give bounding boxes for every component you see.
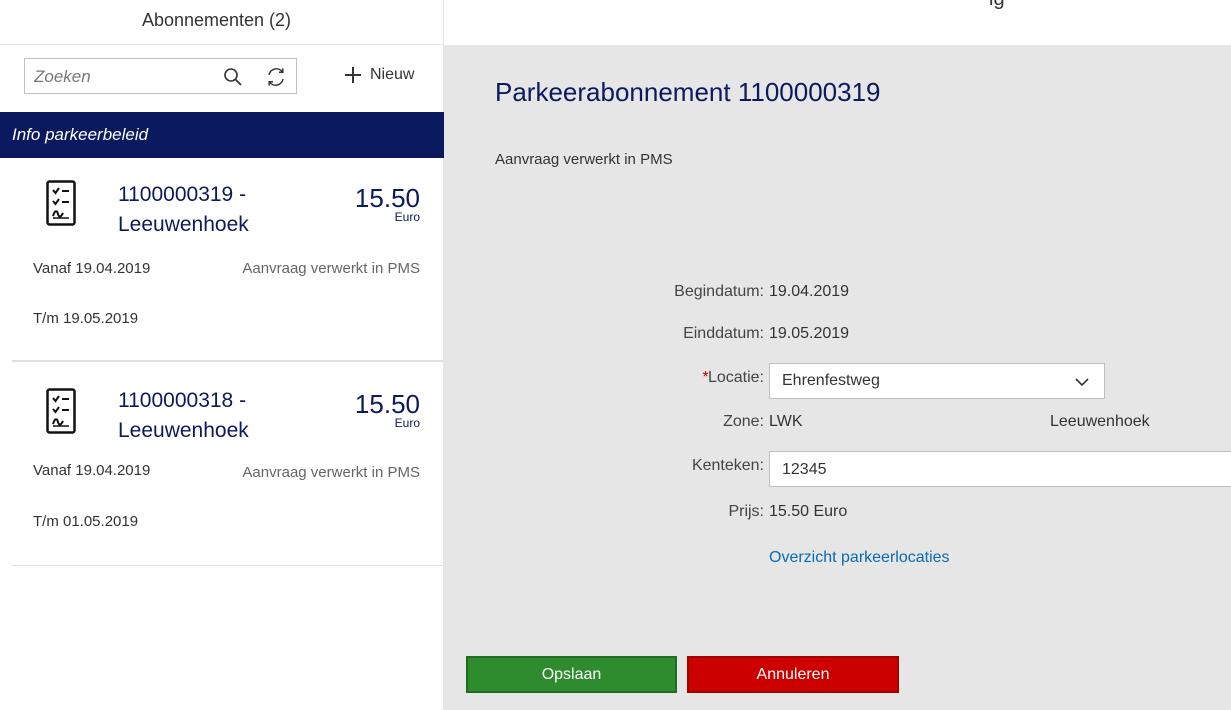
plate-field[interactable] [769, 451, 1231, 487]
subscription-price: 15.50 Euro [355, 184, 420, 224]
location-label: *Locatie: [702, 369, 764, 387]
subscription-to: T/m 01.05.2019 [33, 513, 139, 530]
parking-locations-overview-link[interactable]: Overzicht parkeerlocaties [769, 549, 950, 567]
subscription-title: 1100000319 - Leeuwenhoek [118, 180, 318, 240]
new-subscription-button[interactable]: Nieuw [344, 60, 414, 90]
plate-label: Kenteken: [691, 457, 764, 474]
subscription-item[interactable]: 1100000319 - Leeuwenhoek 15.50 Euro Vana… [12, 158, 444, 361]
location-select[interactable]: Ehrenfestweg [769, 363, 1105, 399]
search-field[interactable] [24, 58, 297, 94]
subscription-to: T/m 19.05.2019 [33, 310, 139, 327]
plus-icon [345, 67, 361, 83]
location-selected-value: Ehrenfestweg [782, 372, 880, 389]
detail-body: Parkeerabonnement 1100000319 Aanvraag ve… [444, 45, 1231, 710]
price-value: 15.50 Euro [769, 503, 848, 520]
subscription-number: 1100000319 - [118, 183, 247, 206]
location-label-text: Locatie: [707, 369, 764, 386]
subscription-price: 15.50 Euro [355, 390, 420, 430]
subscription-location: Leeuwenhoek [118, 419, 249, 442]
detail-title: Parkeerabonnement 1100000319 [495, 77, 881, 107]
policy-label: Info parkeerbeleid [12, 125, 149, 144]
detail-top-strip: ig [444, 0, 1231, 45]
refresh-icon[interactable] [265, 66, 287, 88]
parking-policy-link[interactable]: Info parkeerbeleid [0, 112, 444, 158]
begin-date-value: 19.04.2019 [769, 283, 850, 300]
checklist-document-icon [46, 388, 76, 434]
zone-label: Zone: [723, 413, 764, 430]
truncated-header-text: ig [989, 0, 1005, 11]
price-label: Prijs: [728, 503, 764, 520]
subscription-from: Vanaf 19.04.2019 [33, 260, 151, 277]
subscriptions-panel: Abonnementen (2) Nieuw Info parkeer [0, 0, 444, 710]
list-toolbar: Nieuw [24, 58, 429, 98]
search-input[interactable] [34, 66, 204, 88]
subscription-title: 1100000318 - Leeuwenhoek [118, 386, 318, 446]
subscription-detail-panel: ig Parkeerabonnement 1100000319 Aanvraag… [444, 0, 1231, 710]
price-value: 15.50 [354, 389, 420, 419]
subscription-item[interactable]: 1100000318 - Leeuwenhoek 15.50 Euro Vana… [12, 361, 444, 566]
price-value: 15.50 [354, 183, 420, 213]
zone-name: Leeuwenhoek [1050, 413, 1150, 430]
checklist-document-icon [46, 180, 76, 226]
panel-title: Abonnementen (2) [141, 10, 292, 30]
search-icon[interactable] [223, 67, 243, 87]
subscription-from: Vanaf 19.04.2019 [33, 462, 151, 479]
end-date-value: 19.05.2019 [769, 325, 850, 342]
panel-header: Abonnementen (2) [0, 0, 443, 45]
detail-status: Aanvraag verwerkt in PMS [495, 151, 673, 168]
subscription-status: Aanvraag verwerkt in PMS [242, 464, 420, 481]
subscription-location: Leeuwenhoek [118, 213, 249, 236]
new-label: Nieuw [370, 66, 415, 83]
subscription-status: Aanvraag verwerkt in PMS [242, 260, 420, 277]
subscription-number: 1100000318 - [118, 389, 247, 412]
end-date-label: Einddatum: [683, 325, 764, 342]
begin-date-label: Begindatum: [674, 283, 764, 300]
save-button[interactable]: Opslaan [466, 656, 677, 693]
cancel-button[interactable]: Annuleren [687, 656, 899, 693]
chevron-down-icon [1075, 378, 1089, 387]
plate-input[interactable] [782, 459, 1182, 481]
zone-code: LWK [769, 413, 803, 430]
